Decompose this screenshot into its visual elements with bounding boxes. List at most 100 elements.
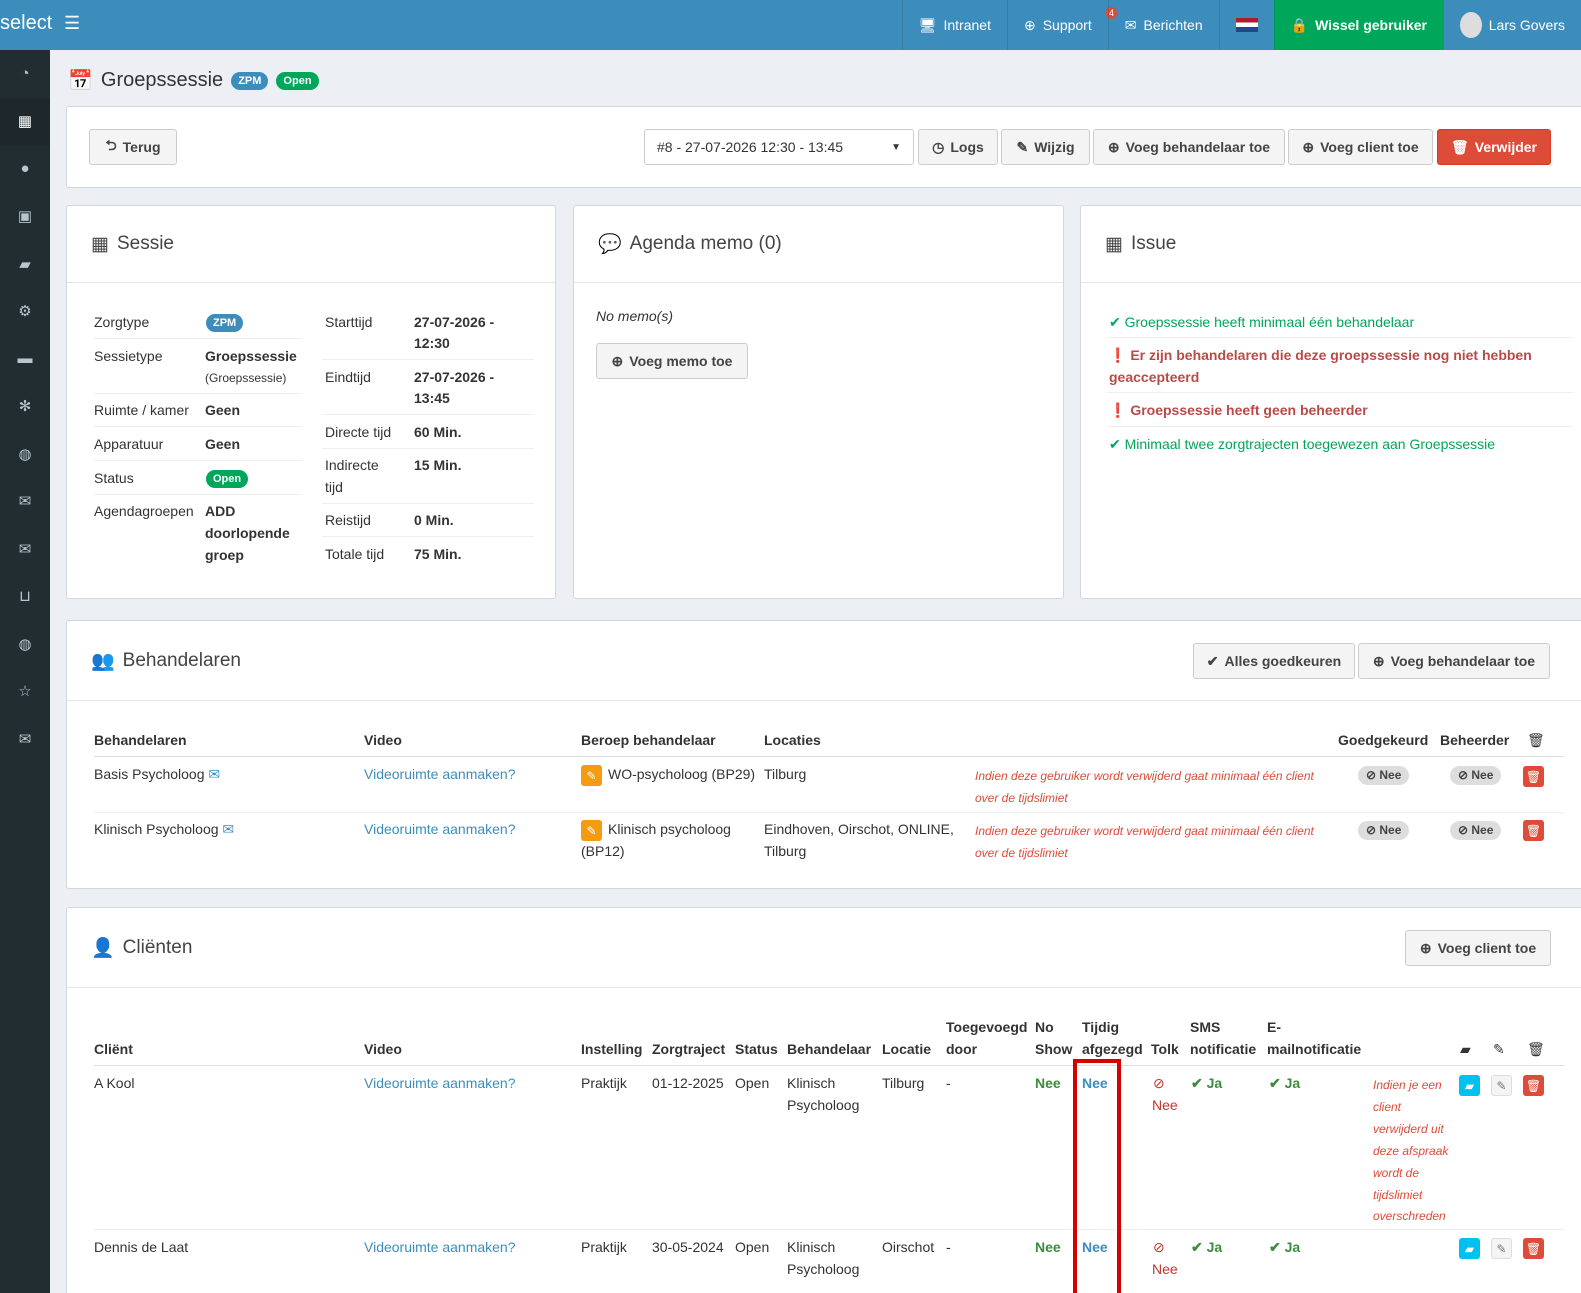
sms-toggle[interactable]: ✔ Ja	[1191, 1072, 1222, 1094]
inbox-icon[interactable]: ⊔	[0, 573, 50, 621]
manager-badge[interactable]: ⊘ Nee	[1450, 766, 1502, 785]
delete-row-button[interactable]: 🗑	[1523, 1238, 1544, 1259]
issue-header: ▦ Issue	[1081, 206, 1581, 283]
delete-row-button[interactable]: 🗑	[1523, 1075, 1544, 1096]
truck-icon[interactable]: ▬	[0, 335, 50, 383]
nav-support[interactable]: ⊕ Support 4	[1006, 0, 1117, 50]
switch-user-button[interactable]: 🔒 Wissel gebruiker	[1273, 0, 1443, 50]
add-client-button[interactable]: ⊕ Voeg client toe	[1405, 930, 1551, 966]
cogs-icon[interactable]: ⚙	[0, 288, 50, 336]
delete-row-button[interactable]: 🗑	[1523, 820, 1544, 841]
plus-circle-icon: ⊕	[1419, 939, 1432, 956]
user-menu[interactable]: Lars Govers	[1443, 0, 1581, 50]
add-practitioner-button[interactable]: ⊕ Voeg behandelaar toe	[1093, 129, 1285, 165]
calendar-icon[interactable]: ▦	[0, 97, 50, 145]
trash-icon: 🗑	[1450, 138, 1469, 155]
add-client-button[interactable]: ⊕ Voeg client toe	[1288, 129, 1433, 165]
folder-icon: ▰	[1460, 1041, 1471, 1057]
app-logo[interactable]: select	[0, 12, 52, 35]
folder-button[interactable]: ▰	[1459, 1238, 1480, 1259]
page-title: 📅 Groepssessie ZPM Open	[68, 68, 319, 93]
calendar-icon: ▦	[91, 233, 109, 255]
user-icon[interactable]: ●	[0, 145, 50, 193]
exclamation-circle-icon: ❗	[1109, 402, 1127, 418]
toolbar-box: ⮌ Terug #8 - 27-07-2026 12:30 - 13:45 ▼ ◷ L…	[66, 106, 1581, 188]
add-memo-button[interactable]: ⊕ Voeg memo toe	[596, 343, 748, 379]
behandelaren-box: 👥 Behandelaren ✔ Alles goedkeuren ⊕ Voeg be…	[66, 620, 1581, 889]
memo-header: 💬 Agenda memo (0)	[574, 206, 1063, 283]
issue-ok-2: ✔ Minimaal twee zorgtrajecten toegewezen…	[1109, 436, 1496, 452]
issue-error-1: ❗ Er zijn behandelaren die deze groepsse…	[1109, 347, 1532, 363]
plus-circle-icon: ⊕	[611, 352, 624, 369]
email-toggle[interactable]: ✔ Ja	[1269, 1236, 1300, 1258]
check-circle-icon: ✔	[1269, 1239, 1281, 1255]
check-circle-icon: ✔	[1191, 1075, 1203, 1091]
exclamation-circle-icon: ❗	[1109, 347, 1127, 363]
comment-icon: 💬	[598, 234, 622, 255]
clienten-box: 👤 Cliënten ⊕ Voeg client toe Cliënt Video …	[66, 907, 1581, 1293]
dashboard-icon[interactable]: ◔	[0, 50, 50, 98]
calendar-check-icon: 📅	[68, 70, 93, 92]
session-select[interactable]: #8 - 27-07-2026 12:30 - 13:45 ▼	[644, 129, 914, 165]
language-flag[interactable]	[1218, 0, 1274, 50]
book-icon[interactable]: ▰	[0, 240, 50, 288]
envelope-icon[interactable]: ✉	[0, 478, 50, 526]
trash-icon: 🗑	[1527, 732, 1545, 748]
back-button[interactable]: ⮌ Terug	[89, 129, 177, 165]
pencil-icon: ✎	[1493, 1041, 1505, 1057]
edit-button[interactable]: ✎	[1491, 1075, 1512, 1096]
nav-intranet[interactable]: 🖥 Intranet	[901, 0, 1007, 50]
edit-icon[interactable]: ✎	[581, 765, 602, 786]
status-badge: Open	[206, 470, 249, 488]
create-video-room-link[interactable]: Videoruimte aanmaken?	[364, 763, 516, 785]
globe-icon[interactable]: ◍	[0, 430, 50, 478]
logs-button[interactable]: ◷ Logs	[918, 129, 998, 165]
table-row: Klinisch Psycholoog ✉	[94, 821, 235, 837]
create-video-room-link[interactable]: Videoruimte aanmaken?	[364, 818, 516, 840]
check-circle-icon: ✔	[1109, 314, 1121, 330]
email-toggle[interactable]: ✔ Ja	[1269, 1072, 1300, 1094]
envelope-icon[interactable]: ✉	[222, 821, 234, 837]
approved-badge[interactable]: ⊘ Nee	[1358, 821, 1410, 840]
check-circle-icon: ✔	[1191, 1239, 1203, 1255]
issue-box: ▦ Issue ✔ Groepssessie heeft minimaal één…	[1080, 205, 1581, 599]
sms-toggle[interactable]: ✔ Ja	[1191, 1236, 1222, 1258]
wijzig-button[interactable]: ✎ Wijzig	[1001, 129, 1090, 165]
approve-all-button[interactable]: ✔ Alles goedkeuren	[1193, 643, 1355, 679]
monitor-icon: 🖥	[918, 16, 937, 33]
envelope-icon[interactable]: ✉	[0, 715, 50, 763]
trash-icon: 🗑	[1527, 1041, 1545, 1057]
star-icon[interactable]: ☆	[0, 668, 50, 716]
manager-badge[interactable]: ⊘ Nee	[1450, 821, 1502, 840]
table-row: Dennis de Laat	[94, 1239, 189, 1255]
medkit-icon[interactable]: ▣	[0, 193, 50, 241]
ban-icon: ⊘	[1153, 1075, 1165, 1091]
edit-button[interactable]: ✎	[1491, 1238, 1512, 1259]
tolk-toggle[interactable]: Nee	[1152, 1258, 1178, 1280]
delete-row-button[interactable]: 🗑	[1523, 766, 1544, 787]
delete-button[interactable]: 🗑 Verwijder	[1437, 129, 1551, 165]
dutch-flag-icon	[1235, 18, 1258, 32]
create-video-room-link[interactable]: Videoruimte aanmaken?	[364, 1236, 516, 1258]
memo-empty: No memo(s)	[596, 308, 674, 324]
approved-badge[interactable]: ⊘ Nee	[1358, 766, 1410, 785]
noshow-toggle[interactable]: Nee	[1035, 1072, 1061, 1094]
noshow-toggle[interactable]: Nee	[1035, 1236, 1061, 1258]
menu-toggle-icon[interactable]: ☰	[64, 13, 80, 34]
envelope-icon[interactable]: ✉	[208, 766, 220, 782]
nav-berichten[interactable]: ✉ Berichten	[1107, 0, 1219, 50]
issue-ok-1: ✔ Groepssessie heeft minimaal één behand…	[1109, 314, 1415, 330]
arrow-left-icon: ⮌	[105, 137, 117, 153]
edit-icon[interactable]: ✎	[581, 820, 602, 841]
envelope-icon: ✉	[1124, 16, 1137, 33]
ban-icon: ⊘	[1153, 1239, 1165, 1255]
globe-icon[interactable]: ◍	[0, 620, 50, 668]
envelope-icon[interactable]: ✉	[0, 525, 50, 573]
folder-button[interactable]: ▰	[1459, 1075, 1480, 1096]
status-badge: Open	[276, 71, 319, 90]
cog-icon[interactable]: ✻	[0, 383, 50, 431]
add-practitioner-button[interactable]: ⊕ Voeg behandelaar toe	[1358, 643, 1550, 679]
memo-box: 💬 Agenda memo (0) No memo(s) ⊕ Voeg memo t…	[573, 205, 1064, 599]
create-video-room-link[interactable]: Videoruimte aanmaken?	[364, 1072, 516, 1094]
tolk-toggle[interactable]: Nee	[1152, 1094, 1178, 1116]
